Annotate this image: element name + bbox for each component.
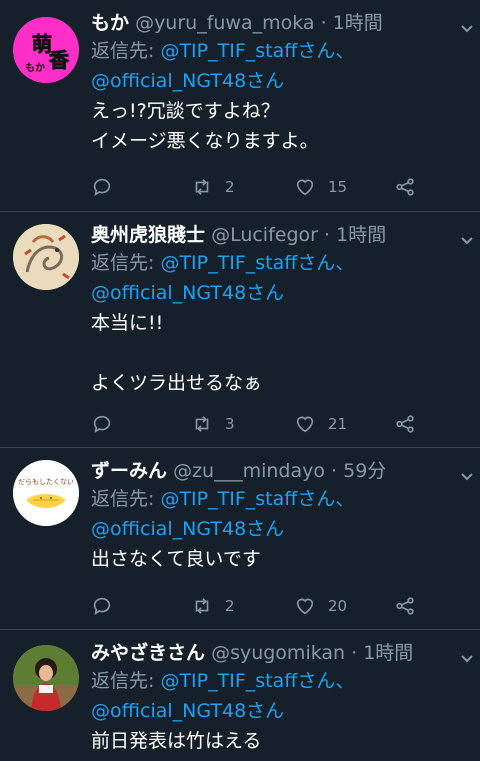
timestamp[interactable]: 1時間 bbox=[333, 12, 383, 34]
mention-link[interactable]: @official_NGT48さん bbox=[91, 700, 284, 722]
chevron-down-icon[interactable] bbox=[460, 652, 474, 666]
tweet-text: えっ!?冗談ですよね？ イメージ悪くなりますよ。 bbox=[91, 100, 319, 152]
avatar-text: 香 bbox=[49, 48, 70, 72]
chevron-down-icon[interactable] bbox=[460, 22, 474, 36]
retweet-button[interactable]: 2 bbox=[191, 593, 235, 619]
retweet-count: 2 bbox=[225, 597, 235, 615]
reply-context: 返信先: @TIP_TIF_staffさん、 @official_NGT48さん bbox=[91, 36, 456, 96]
share-icon bbox=[396, 597, 414, 615]
tweet-text: 本当に!! よくツラ出せるなぁ bbox=[91, 312, 263, 394]
reply-context: 返信先: @TIP_TIF_staffさん、 @official_NGT48さん bbox=[91, 248, 456, 308]
heart-icon bbox=[296, 598, 314, 615]
reply-context: 返信先: @TIP_TIF_staffさん、 @official_NGT48さん bbox=[91, 484, 456, 544]
user-handle[interactable]: @Lucifegor bbox=[211, 224, 318, 246]
tweet-text: 前日発表は竹はえる bbox=[91, 730, 262, 752]
tweet[interactable]: 奥州虎狼賤士 @Lucifegor · 1時間 返信先: @TIP_TIF_st… bbox=[0, 212, 480, 448]
share-icon bbox=[396, 415, 414, 433]
retweet-icon bbox=[195, 416, 209, 432]
reply-prefix: 返信先: bbox=[91, 40, 161, 62]
mention-link[interactable]: @TIP_TIF_staffさん、 bbox=[160, 40, 354, 62]
retweet-count: 3 bbox=[225, 415, 235, 433]
mention-link[interactable]: @official_NGT48さん bbox=[91, 70, 284, 92]
avatar[interactable] bbox=[13, 224, 79, 290]
reply-button[interactable] bbox=[91, 593, 113, 619]
share-icon bbox=[396, 178, 414, 196]
display-name[interactable]: 奥州虎狼賤士 bbox=[91, 224, 205, 246]
like-count: 21 bbox=[328, 415, 348, 433]
like-count: 20 bbox=[328, 597, 348, 615]
retweet-count: 2 bbox=[225, 178, 235, 196]
share-button[interactable] bbox=[394, 593, 416, 619]
reply-prefix: 返信先: bbox=[91, 252, 161, 274]
share-button[interactable] bbox=[394, 174, 416, 200]
like-button[interactable]: 15 bbox=[294, 174, 347, 200]
user-handle[interactable]: @syugomikan bbox=[211, 642, 345, 664]
user-handle[interactable]: @zu___mindayo bbox=[173, 460, 325, 482]
like-button[interactable]: 20 bbox=[294, 593, 347, 619]
tweet-text: 出さなくて良いです bbox=[91, 548, 261, 570]
reply-context: 返信先: @TIP_TIF_staffさん、 @official_NGT48さん bbox=[91, 666, 456, 726]
retweet-button[interactable]: 3 bbox=[191, 411, 235, 437]
display-name[interactable]: もか bbox=[91, 12, 129, 34]
retweet-icon bbox=[195, 598, 209, 614]
avatar-text: もか bbox=[25, 62, 45, 74]
tweet[interactable]: だらもしたくない ずーみん @zu___mindayo · 59分 返信先: @… bbox=[0, 448, 480, 630]
avatar[interactable]: 萌 香 もか bbox=[13, 17, 79, 83]
avatar-text: だらもしたくない bbox=[18, 478, 74, 486]
user-handle[interactable]: @yuru_fuwa_moka bbox=[135, 12, 315, 34]
heart-icon bbox=[296, 179, 314, 196]
share-button[interactable] bbox=[394, 411, 416, 437]
timestamp[interactable]: 1時間 bbox=[363, 642, 413, 664]
retweet-icon bbox=[195, 179, 209, 195]
like-count: 15 bbox=[328, 178, 348, 196]
mention-link[interactable]: @TIP_TIF_staffさん、 bbox=[160, 670, 354, 692]
reply-icon bbox=[93, 178, 111, 197]
timestamp[interactable]: 1時間 bbox=[336, 224, 386, 246]
avatar[interactable] bbox=[13, 645, 79, 711]
mention-link[interactable]: @official_NGT48さん bbox=[91, 518, 284, 540]
reply-button[interactable] bbox=[91, 174, 113, 200]
display-name[interactable]: ずーみん bbox=[91, 460, 167, 482]
reply-icon bbox=[93, 415, 111, 434]
tweet[interactable]: 萌 香 もか もか @yuru_fuwa_moka · 1時間 返信先: @TI… bbox=[0, 0, 480, 212]
chevron-down-icon[interactable] bbox=[460, 470, 474, 484]
reply-button[interactable] bbox=[91, 411, 113, 437]
heart-icon bbox=[296, 416, 314, 433]
mention-link[interactable]: @TIP_TIF_staffさん、 bbox=[160, 488, 354, 510]
mention-link[interactable]: @official_NGT48さん bbox=[91, 282, 284, 304]
tweet[interactable]: みやざきさん @syugomikan · 1時間 返信先: @TIP_TIF_s… bbox=[0, 630, 480, 761]
display-name[interactable]: みやざきさん bbox=[91, 642, 205, 664]
timestamp[interactable]: 59分 bbox=[343, 460, 386, 482]
reply-feed: 萌 香 もか もか @yuru_fuwa_moka · 1時間 返信先: @TI… bbox=[0, 0, 480, 761]
like-button[interactable]: 21 bbox=[294, 411, 347, 437]
mention-link[interactable]: @TIP_TIF_staffさん、 bbox=[160, 252, 354, 274]
reply-icon bbox=[93, 597, 111, 616]
chevron-down-icon[interactable] bbox=[460, 234, 474, 248]
avatar[interactable]: だらもしたくない bbox=[13, 460, 79, 526]
reply-prefix: 返信先: bbox=[91, 670, 161, 692]
reply-prefix: 返信先: bbox=[91, 488, 161, 510]
retweet-button[interactable]: 2 bbox=[191, 174, 235, 200]
